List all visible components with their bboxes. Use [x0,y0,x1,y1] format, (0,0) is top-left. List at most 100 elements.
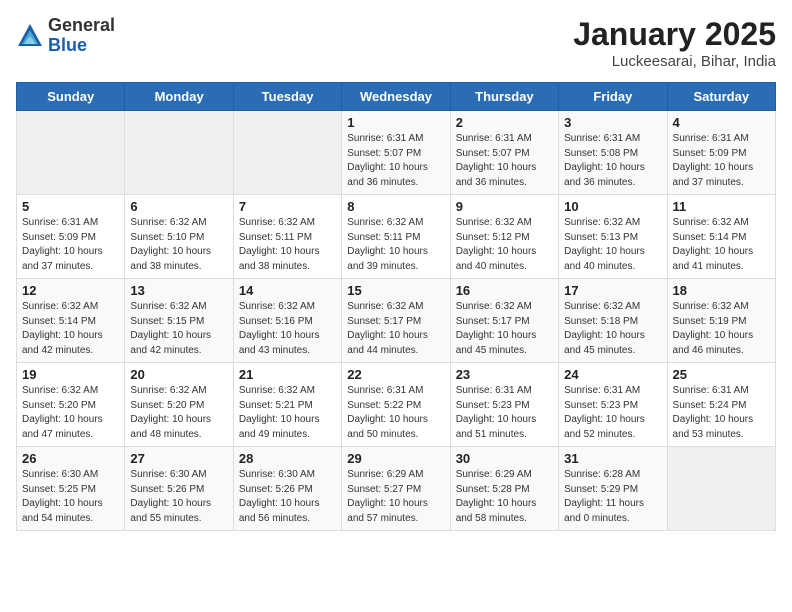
day-number: 1 [347,115,444,130]
calendar-cell [125,111,233,195]
day-number: 24 [564,367,661,382]
day-info: Sunrise: 6:32 AM Sunset: 5:10 PM Dayligh… [130,216,227,274]
day-number: 14 [239,283,336,298]
day-number: 3 [564,115,661,130]
calendar-cell: 15 Sunrise: 6:32 AM Sunset: 5:17 PM Dayli… [342,279,450,363]
weekday-header-monday: Monday [125,83,233,111]
day-number: 29 [347,451,444,466]
day-number: 27 [130,451,227,466]
day-info: Sunrise: 6:31 AM Sunset: 5:23 PM Dayligh… [456,384,553,442]
weekday-header-friday: Friday [559,83,667,111]
day-number: 18 [673,283,770,298]
day-number: 19 [22,367,119,382]
day-number: 26 [22,451,119,466]
day-info: Sunrise: 6:32 AM Sunset: 5:14 PM Dayligh… [673,216,770,274]
day-info: Sunrise: 6:32 AM Sunset: 5:13 PM Dayligh… [564,216,661,274]
calendar-table: SundayMondayTuesdayWednesdayThursdayFrid… [16,82,776,531]
day-number: 11 [673,199,770,214]
calendar-cell: 6 Sunrise: 6:32 AM Sunset: 5:10 PM Daylig… [125,195,233,279]
day-number: 16 [456,283,553,298]
logo-blue-text: Blue [48,35,87,55]
calendar-week-row: 5 Sunrise: 6:31 AM Sunset: 5:09 PM Daylig… [17,195,776,279]
weekday-header-thursday: Thursday [450,83,558,111]
weekday-header-sunday: Sunday [17,83,125,111]
day-info: Sunrise: 6:32 AM Sunset: 5:14 PM Dayligh… [22,300,119,358]
day-info: Sunrise: 6:32 AM Sunset: 5:11 PM Dayligh… [347,216,444,274]
day-info: Sunrise: 6:30 AM Sunset: 5:26 PM Dayligh… [239,468,336,526]
day-number: 12 [22,283,119,298]
day-number: 5 [22,199,119,214]
day-info: Sunrise: 6:32 AM Sunset: 5:18 PM Dayligh… [564,300,661,358]
calendar-cell: 8 Sunrise: 6:32 AM Sunset: 5:11 PM Daylig… [342,195,450,279]
calendar-week-row: 19 Sunrise: 6:32 AM Sunset: 5:20 PM Dayli… [17,363,776,447]
day-info: Sunrise: 6:32 AM Sunset: 5:19 PM Dayligh… [673,300,770,358]
weekday-header-tuesday: Tuesday [233,83,341,111]
day-info: Sunrise: 6:31 AM Sunset: 5:08 PM Dayligh… [564,132,661,190]
day-number: 8 [347,199,444,214]
day-number: 25 [673,367,770,382]
calendar-cell: 11 Sunrise: 6:32 AM Sunset: 5:14 PM Dayli… [667,195,775,279]
calendar-week-row: 26 Sunrise: 6:30 AM Sunset: 5:25 PM Dayli… [17,447,776,531]
calendar-cell: 20 Sunrise: 6:32 AM Sunset: 5:20 PM Dayli… [125,363,233,447]
day-info: Sunrise: 6:31 AM Sunset: 5:09 PM Dayligh… [22,216,119,274]
calendar-week-row: 12 Sunrise: 6:32 AM Sunset: 5:14 PM Dayli… [17,279,776,363]
day-number: 7 [239,199,336,214]
day-number: 6 [130,199,227,214]
day-info: Sunrise: 6:30 AM Sunset: 5:25 PM Dayligh… [22,468,119,526]
logo-icon [16,22,44,50]
calendar-cell: 2 Sunrise: 6:31 AM Sunset: 5:07 PM Daylig… [450,111,558,195]
calendar-cell: 31Sunrise: 6:28 AM Sunset: 5:29 PM Dayli… [559,447,667,531]
calendar-cell: 26 Sunrise: 6:30 AM Sunset: 5:25 PM Dayli… [17,447,125,531]
day-number: 10 [564,199,661,214]
day-info: Sunrise: 6:31 AM Sunset: 5:07 PM Dayligh… [456,132,553,190]
day-number: 17 [564,283,661,298]
calendar-cell: 5 Sunrise: 6:31 AM Sunset: 5:09 PM Daylig… [17,195,125,279]
day-info: Sunrise: 6:32 AM Sunset: 5:17 PM Dayligh… [347,300,444,358]
day-info: Sunrise: 6:31 AM Sunset: 5:07 PM Dayligh… [347,132,444,190]
weekday-header-saturday: Saturday [667,83,775,111]
calendar-cell: 13 Sunrise: 6:32 AM Sunset: 5:15 PM Dayli… [125,279,233,363]
calendar-cell [233,111,341,195]
calendar-cell: 7 Sunrise: 6:32 AM Sunset: 5:11 PM Daylig… [233,195,341,279]
calendar-cell: 29 Sunrise: 6:29 AM Sunset: 5:27 PM Dayli… [342,447,450,531]
day-info: Sunrise: 6:31 AM Sunset: 5:09 PM Dayligh… [673,132,770,190]
calendar-title: January 2025 [573,16,776,53]
day-info: Sunrise: 6:32 AM Sunset: 5:15 PM Dayligh… [130,300,227,358]
day-info: Sunrise: 6:32 AM Sunset: 5:20 PM Dayligh… [22,384,119,442]
day-info: Sunrise: 6:31 AM Sunset: 5:23 PM Dayligh… [564,384,661,442]
day-info: Sunrise: 6:31 AM Sunset: 5:22 PM Dayligh… [347,384,444,442]
calendar-cell: 3 Sunrise: 6:31 AM Sunset: 5:08 PM Daylig… [559,111,667,195]
calendar-cell [17,111,125,195]
day-info: Sunrise: 6:32 AM Sunset: 5:16 PM Dayligh… [239,300,336,358]
calendar-cell: 18 Sunrise: 6:32 AM Sunset: 5:19 PM Dayli… [667,279,775,363]
day-info: Sunrise: 6:31 AM Sunset: 5:24 PM Dayligh… [673,384,770,442]
day-number: 2 [456,115,553,130]
day-number: 9 [456,199,553,214]
calendar-header: SundayMondayTuesdayWednesdayThursdayFrid… [17,83,776,111]
calendar-cell: 1 Sunrise: 6:31 AM Sunset: 5:07 PM Daylig… [342,111,450,195]
calendar-body: 1 Sunrise: 6:31 AM Sunset: 5:07 PM Daylig… [17,111,776,531]
day-info: Sunrise: 6:29 AM Sunset: 5:28 PM Dayligh… [456,468,553,526]
calendar-cell: 10 Sunrise: 6:32 AM Sunset: 5:13 PM Dayli… [559,195,667,279]
day-number: 28 [239,451,336,466]
logo: General Blue [16,16,115,56]
calendar-cell: 22Sunrise: 6:31 AM Sunset: 5:22 PM Dayli… [342,363,450,447]
day-number: 13 [130,283,227,298]
day-info: Sunrise: 6:32 AM Sunset: 5:12 PM Dayligh… [456,216,553,274]
day-info: Sunrise: 6:32 AM Sunset: 5:11 PM Dayligh… [239,216,336,274]
day-info: Sunrise: 6:29 AM Sunset: 5:27 PM Dayligh… [347,468,444,526]
calendar-cell: 16Sunrise: 6:32 AM Sunset: 5:17 PM Dayli… [450,279,558,363]
day-number: 20 [130,367,227,382]
day-number: 15 [347,283,444,298]
weekday-header-wednesday: Wednesday [342,83,450,111]
day-info: Sunrise: 6:30 AM Sunset: 5:26 PM Dayligh… [130,468,227,526]
calendar-cell [667,447,775,531]
day-number: 4 [673,115,770,130]
calendar-cell: 27 Sunrise: 6:30 AM Sunset: 5:26 PM Dayli… [125,447,233,531]
calendar-cell: 9 Sunrise: 6:32 AM Sunset: 5:12 PM Daylig… [450,195,558,279]
calendar-cell: 4 Sunrise: 6:31 AM Sunset: 5:09 PM Daylig… [667,111,775,195]
title-area: January 2025 Luckeesarai, Bihar, India [573,16,776,70]
day-info: Sunrise: 6:32 AM Sunset: 5:20 PM Dayligh… [130,384,227,442]
day-info: Sunrise: 6:28 AM Sunset: 5:29 PM Dayligh… [564,468,661,526]
calendar-subtitle: Luckeesarai, Bihar, India [573,53,776,70]
